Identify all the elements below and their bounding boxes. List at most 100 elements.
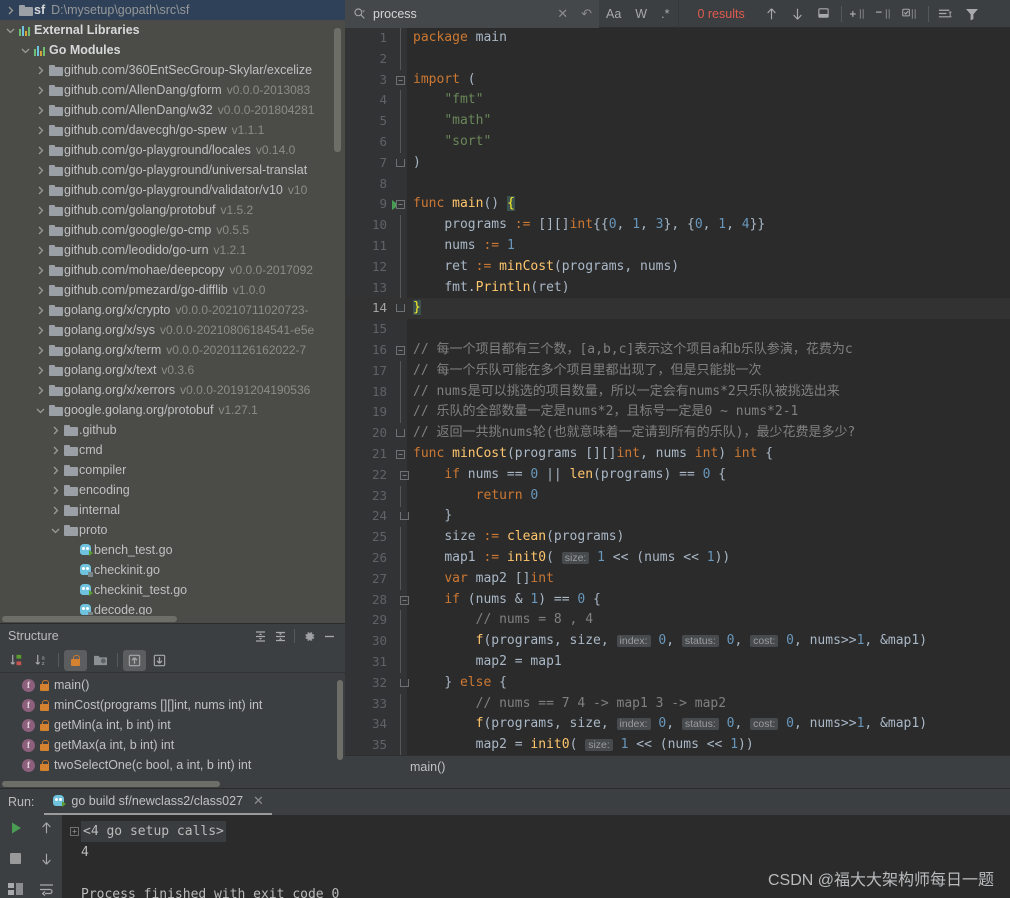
tree-row[interactable]: github.com/360EntSecGroup-Skylar/exceliz… xyxy=(0,60,345,80)
console-group-line[interactable]: + <4 go setup calls> xyxy=(70,821,1010,842)
code-line[interactable] xyxy=(407,319,1010,340)
project-tree-panel[interactable]: sf D:\mysetup\gopath\src\sf External Libra… xyxy=(0,0,345,623)
tree-row[interactable]: golang.org/x/text v0.3.6 xyxy=(0,360,345,380)
tree-row[interactable]: github.com/go-playground/locales v0.14.0 xyxy=(0,140,345,160)
code-line[interactable]: // 乐队的全部数量一定是nums*2，且标号一定是0 ~ nums*2-1 xyxy=(407,402,1010,423)
square-icon[interactable] xyxy=(811,0,837,28)
code-line[interactable]: ret := minCost(programs, nums) xyxy=(407,257,1010,278)
code-line[interactable]: func minCost(programs [][]int, nums int)… xyxy=(407,444,1010,465)
code-line[interactable]: } xyxy=(407,298,1010,320)
chevron-right-icon[interactable] xyxy=(34,285,47,296)
tree-row[interactable]: github.com/golang/protobuf v1.5.2 xyxy=(0,200,345,220)
tree-row[interactable]: github.com/davecgh/go-spew v1.1.1 xyxy=(0,120,345,140)
chevron-right-icon[interactable] xyxy=(34,125,47,136)
tree-row[interactable]: github.com/go-playground/validator/v10 v1… xyxy=(0,180,345,200)
arrow-up-icon[interactable] xyxy=(40,821,53,840)
sort-visibility-icon[interactable] xyxy=(5,650,28,671)
folder-gear-icon[interactable] xyxy=(89,650,112,671)
chevron-right-icon[interactable] xyxy=(34,305,47,316)
tree-row[interactable]: github.com/AllenDang/gform v0.0.0-2013083 xyxy=(0,80,345,100)
code-line[interactable]: } xyxy=(407,506,1010,527)
tree-row[interactable]: google.golang.org/protobuf v1.27.1 xyxy=(0,400,345,420)
chevron-right-icon[interactable] xyxy=(34,145,47,156)
code-editor[interactable]: 1 2 3−4 5 6 7 8 9−10 11 12 13 14 15 16−17 18 19 20 21−22−… xyxy=(345,28,1010,755)
add-selection-icon[interactable] xyxy=(846,0,872,28)
close-icon[interactable]: ✕ xyxy=(253,793,264,809)
code-line[interactable]: map1 := init0( size: 1 << (nums << 1)) xyxy=(407,548,1010,569)
tree-row[interactable]: github.com/google/go-cmp v0.5.5 xyxy=(0,220,345,240)
code-line[interactable]: map2 = map1 xyxy=(407,652,1010,673)
code-line[interactable]: fmt.Println(ret) xyxy=(407,278,1010,299)
tree-row[interactable]: Go Modules xyxy=(0,40,345,60)
chevron-right-icon[interactable] xyxy=(49,465,62,476)
history-icon[interactable]: ↶ xyxy=(578,6,595,22)
code-line[interactable]: // 返回一共挑nums轮(也就意味着一定请到所有的乐队)，最少花费是多少? xyxy=(407,423,1010,444)
code-line[interactable]: if nums == 0 || len(programs) == 0 { xyxy=(407,465,1010,486)
code-line[interactable]: import ( xyxy=(407,70,1010,91)
chevron-right-icon[interactable] xyxy=(34,105,47,116)
code-line[interactable]: package main xyxy=(407,28,1010,49)
run-tab[interactable]: go build sf/newclass2/class027 ✕ xyxy=(44,789,272,815)
chevron-right-icon[interactable] xyxy=(34,385,47,396)
code-line[interactable]: func main() { xyxy=(407,194,1010,215)
chevron-down-icon[interactable] xyxy=(34,405,47,416)
chevron-down-icon[interactable] xyxy=(19,45,32,56)
tree-row[interactable]: golang.org/x/xerrors v0.0.0-2019120419053… xyxy=(0,380,345,400)
fold-open-icon[interactable]: − xyxy=(396,75,405,85)
tree-row[interactable]: github.com/AllenDang/w32 v0.0.0-201804281 xyxy=(0,100,345,120)
structure-item[interactable]: f getMin(a int, b int) int xyxy=(0,715,345,735)
tree-row[interactable]: golang.org/x/sys v0.0.0-20210806184541-e5… xyxy=(0,320,345,340)
code-line[interactable]: if (nums & 1) == 0 { xyxy=(407,590,1010,611)
close-icon[interactable]: ✕ xyxy=(554,6,571,22)
tree-row[interactable]: External Libraries xyxy=(0,20,345,40)
sort-alpha-icon[interactable]: a z xyxy=(30,650,53,671)
tree-row-root[interactable]: sf D:\mysetup\gopath\src\sf xyxy=(0,0,345,20)
chevron-right-icon[interactable] xyxy=(4,5,17,16)
chevron-right-icon[interactable] xyxy=(49,505,62,516)
tree-row[interactable]: checkinit_test.go xyxy=(0,580,345,600)
chevron-right-icon[interactable] xyxy=(34,185,47,196)
code-line[interactable]: size := clean(programs) xyxy=(407,527,1010,548)
tree-row[interactable]: github.com/leodido/go-urn v1.2.1 xyxy=(0,240,345,260)
chevron-down-icon[interactable] xyxy=(49,525,62,536)
minimize-icon[interactable] xyxy=(319,627,339,645)
tree-row[interactable]: .github xyxy=(0,420,345,440)
breadcrumb[interactable]: main() xyxy=(345,755,1010,778)
code-line[interactable]: // nums = 8 , 4 xyxy=(407,610,1010,631)
code-line[interactable]: f(programs, size, index: 0, status: 0, c… xyxy=(407,714,1010,735)
regex-button[interactable]: .* xyxy=(654,0,676,28)
structure-item[interactable]: f getMax(a int, b int) int xyxy=(0,735,345,755)
structure-scrollbar[interactable] xyxy=(337,680,343,760)
layout-icon[interactable] xyxy=(8,882,23,898)
match-case-button[interactable]: Aa xyxy=(599,0,628,28)
chevron-right-icon[interactable] xyxy=(34,65,47,76)
code-line[interactable] xyxy=(407,174,1010,195)
structure-list[interactable]: f main() f minCost(programs [][]int, nums i… xyxy=(0,675,345,788)
open-find-window-icon[interactable] xyxy=(933,0,959,28)
filter-icon[interactable] xyxy=(959,0,985,28)
chevron-right-icon[interactable] xyxy=(34,205,47,216)
code-line[interactable]: } else { xyxy=(407,673,1010,694)
code-line[interactable]: var map2 []int xyxy=(407,569,1010,590)
code-line[interactable]: "math" xyxy=(407,111,1010,132)
tree-row[interactable]: checkinit.go xyxy=(0,560,345,580)
expand-icon[interactable]: + xyxy=(70,827,79,836)
chevron-right-icon[interactable] xyxy=(34,165,47,176)
words-button[interactable]: W xyxy=(628,0,654,28)
code-line[interactable]: // 每一个项目都有三个数，[a,b,c]表示这个项目a和b乐队参演，花费为c xyxy=(407,340,1010,361)
tree-row[interactable]: compiler xyxy=(0,460,345,480)
remove-selection-icon[interactable] xyxy=(872,0,898,28)
code-line[interactable]: return 0 xyxy=(407,486,1010,507)
editor-gutter[interactable]: 1 2 3−4 5 6 7 8 9−10 11 12 13 14 15 16−17 18 19 20 21−22−… xyxy=(345,28,409,755)
tree-row[interactable]: cmd xyxy=(0,440,345,460)
chevron-right-icon[interactable] xyxy=(49,425,62,436)
code-line[interactable]: // 每一个乐队可能在多个项目里都出现了，但是只能挑一次 xyxy=(407,361,1010,382)
fold-open-icon[interactable]: − xyxy=(396,200,405,210)
stop-icon[interactable] xyxy=(9,852,22,870)
chevron-right-icon[interactable] xyxy=(34,225,47,236)
tree-row[interactable]: golang.org/x/crypto v0.0.0-20210711020723… xyxy=(0,300,345,320)
structure-item[interactable]: f minCost(programs [][]int, nums int) int xyxy=(0,695,345,715)
project-tree-hscrollbar[interactable] xyxy=(0,615,345,623)
chevron-right-icon[interactable] xyxy=(34,345,47,356)
editor-code-area[interactable]: package main import ( "fmt" "math" "sort… xyxy=(407,28,1010,755)
